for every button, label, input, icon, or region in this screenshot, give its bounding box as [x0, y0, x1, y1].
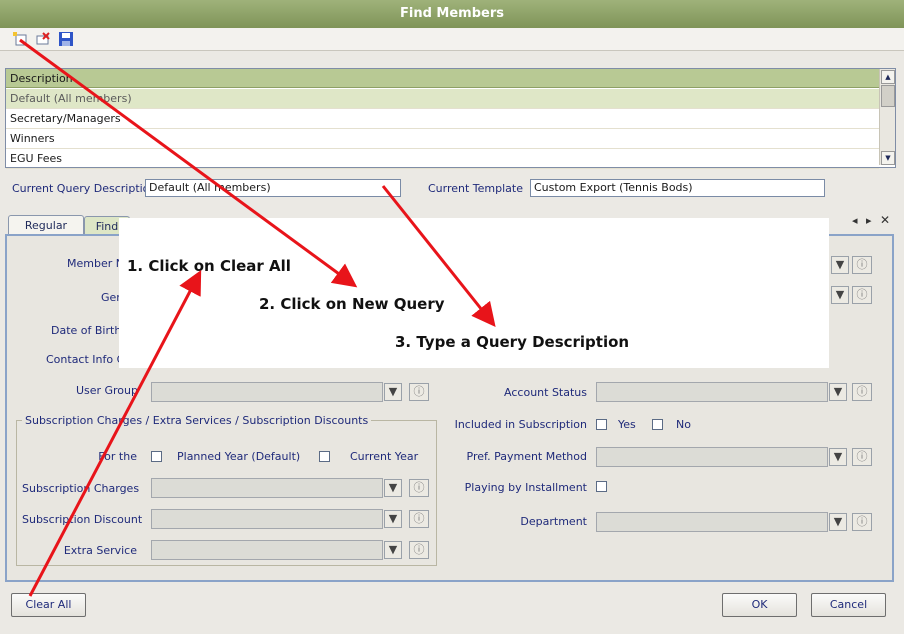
- extra-service-label: Extra Service: [63, 544, 137, 557]
- window-title: Find Members: [0, 0, 904, 28]
- scroll-thumb[interactable]: [881, 85, 895, 107]
- account-status-label: Account Status: [504, 386, 587, 399]
- planned-year-checkbox[interactable]: [151, 451, 162, 462]
- pref-payment-select[interactable]: [596, 447, 828, 467]
- list-item[interactable]: Default (All members): [6, 89, 879, 109]
- list-item[interactable]: Winners: [6, 129, 879, 149]
- included-in-subscription-label: Included in Subscription: [454, 418, 587, 431]
- user-group-label: User Group: [75, 384, 138, 397]
- user-group-select[interactable]: [151, 382, 383, 402]
- current-year-label: Current Year: [350, 450, 419, 463]
- tab-scroll-right-icon[interactable]: ▸: [866, 214, 872, 227]
- grid-scrollbar[interactable]: ▲ ▼: [879, 69, 895, 165]
- current-query-label: Current Query Description: [12, 182, 157, 195]
- current-template-input[interactable]: Custom Export (Tennis Bods): [530, 179, 825, 197]
- new-query-icon[interactable]: [12, 31, 28, 47]
- chevron-down-icon[interactable]: ▼: [829, 383, 847, 401]
- yes-label: Yes: [618, 418, 636, 431]
- tab-scroll-left-icon[interactable]: ◂: [852, 214, 858, 227]
- planned-year-label: Planned Year (Default): [177, 450, 301, 463]
- subscription-discount-label: Subscription Discount: [22, 513, 143, 526]
- current-year-checkbox[interactable]: [319, 451, 330, 462]
- list-item[interactable]: EGU Fees: [6, 149, 879, 169]
- chevron-down-icon[interactable]: ▼: [831, 256, 849, 274]
- ok-button[interactable]: OK: [722, 593, 797, 617]
- scroll-down-icon[interactable]: ▼: [881, 151, 895, 165]
- tab-regular[interactable]: Regular: [8, 215, 84, 236]
- list-item[interactable]: Secretary/Managers: [6, 109, 879, 129]
- installment-label: Playing by Installment: [464, 481, 587, 494]
- info-icon[interactable]: ⓘ: [852, 286, 872, 304]
- chevron-down-icon[interactable]: ▼: [384, 510, 402, 528]
- info-icon[interactable]: ⓘ: [409, 479, 429, 497]
- pref-payment-label: Pref. Payment Method: [466, 450, 587, 463]
- toolbar: [0, 28, 904, 51]
- no-label: No: [676, 418, 691, 431]
- save-icon[interactable]: [58, 31, 74, 47]
- tab-close-icon[interactable]: ✕: [880, 213, 890, 227]
- step1-annotation: 1. Click on Clear All: [127, 257, 291, 275]
- chevron-down-icon[interactable]: ▼: [384, 383, 402, 401]
- subscription-charges-select[interactable]: [151, 478, 383, 498]
- contact-group-label: Contact Info Gr: [46, 353, 130, 366]
- info-icon[interactable]: ⓘ: [852, 383, 872, 401]
- info-icon[interactable]: ⓘ: [852, 256, 872, 274]
- grid-header-description: Description: [6, 69, 879, 88]
- cancel-button[interactable]: Cancel: [811, 593, 886, 617]
- current-template-label: Current Template: [428, 182, 524, 195]
- info-icon[interactable]: ⓘ: [409, 510, 429, 528]
- subscription-discount-select[interactable]: [151, 509, 383, 529]
- chevron-down-icon[interactable]: ▼: [384, 541, 402, 559]
- installment-checkbox[interactable]: [596, 481, 607, 492]
- info-icon[interactable]: ⓘ: [852, 448, 872, 466]
- step3-annotation: 3. Type a Query Description: [395, 333, 630, 351]
- subscription-group-title: Subscription Charges / Extra Services / …: [22, 414, 372, 427]
- clear-all-button[interactable]: Clear All: [11, 593, 86, 617]
- info-icon[interactable]: ⓘ: [852, 513, 872, 531]
- scroll-up-icon[interactable]: ▲: [881, 70, 895, 84]
- chevron-down-icon[interactable]: ▼: [831, 286, 849, 304]
- extra-service-select[interactable]: [151, 540, 383, 560]
- current-query-input[interactable]: Default (All members): [145, 179, 401, 197]
- for-the-label: For the: [98, 450, 137, 463]
- chevron-down-icon[interactable]: ▼: [829, 448, 847, 466]
- included-yes-checkbox[interactable]: [596, 419, 607, 430]
- chevron-down-icon[interactable]: ▼: [829, 513, 847, 531]
- included-no-checkbox[interactable]: [652, 419, 663, 430]
- subscription-charges-label: Subscription Charges: [22, 482, 140, 495]
- info-icon[interactable]: ⓘ: [409, 541, 429, 559]
- department-select[interactable]: [596, 512, 828, 532]
- query-list: Description Default (All members) Secret…: [5, 68, 896, 169]
- department-label: Department: [520, 515, 587, 528]
- chevron-down-icon[interactable]: ▼: [384, 479, 402, 497]
- step2-annotation: 2. Click on New Query: [259, 295, 445, 313]
- account-status-select[interactable]: [596, 382, 828, 402]
- clear-icon[interactable]: [35, 31, 51, 47]
- info-icon[interactable]: ⓘ: [409, 383, 429, 401]
